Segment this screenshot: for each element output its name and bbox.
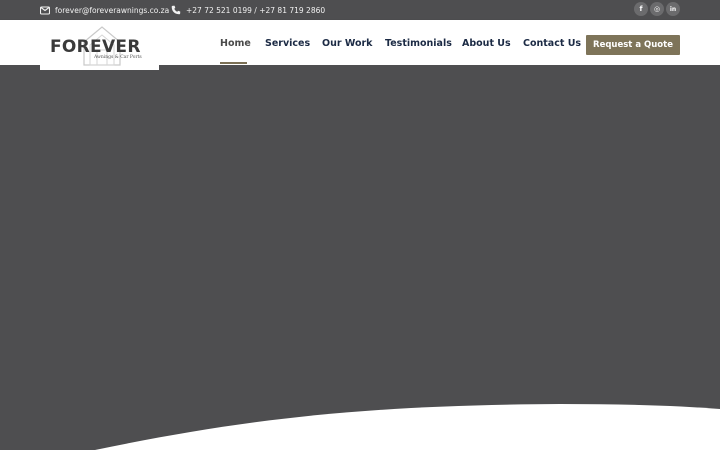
nav-home[interactable]: Home: [220, 38, 251, 49]
phone-icon: [171, 5, 181, 15]
site-logo[interactable]: FOREVER Awnings & Car Ports: [40, 20, 159, 70]
logo-wordmark: FOREVER: [50, 37, 141, 57]
nav-about-us[interactable]: About Us: [462, 38, 511, 49]
top-contact-bar: forever@foreverawnings.co.za +27 72 521 …: [0, 0, 720, 20]
nav-active-indicator: [220, 62, 247, 64]
logo-tagline: Awnings & Car Ports: [94, 55, 142, 60]
facebook-icon[interactable]: f: [634, 2, 648, 16]
phone-contact[interactable]: +27 72 521 0199 / +27 81 719 2860: [171, 0, 325, 20]
social-links: f ◎ in: [634, 2, 680, 16]
request-quote-button[interactable]: Request a Quote: [586, 35, 680, 55]
linkedin-icon[interactable]: in: [666, 2, 680, 16]
nav-testimonials[interactable]: Testimonials: [385, 38, 452, 49]
nav-contact-us[interactable]: Contact Us: [523, 38, 581, 49]
instagram-icon[interactable]: ◎: [650, 2, 664, 16]
nav-services[interactable]: Services: [265, 38, 310, 49]
email-icon: [40, 5, 50, 15]
hero-section: [0, 65, 720, 450]
hero-wave-divider: [95, 404, 720, 450]
phone-text[interactable]: +27 72 521 0199 / +27 81 719 2860: [186, 6, 325, 15]
email-text[interactable]: forever@foreverawnings.co.za: [55, 6, 169, 15]
email-contact[interactable]: forever@foreverawnings.co.za: [40, 0, 169, 20]
nav-our-work[interactable]: Our Work: [322, 38, 373, 49]
